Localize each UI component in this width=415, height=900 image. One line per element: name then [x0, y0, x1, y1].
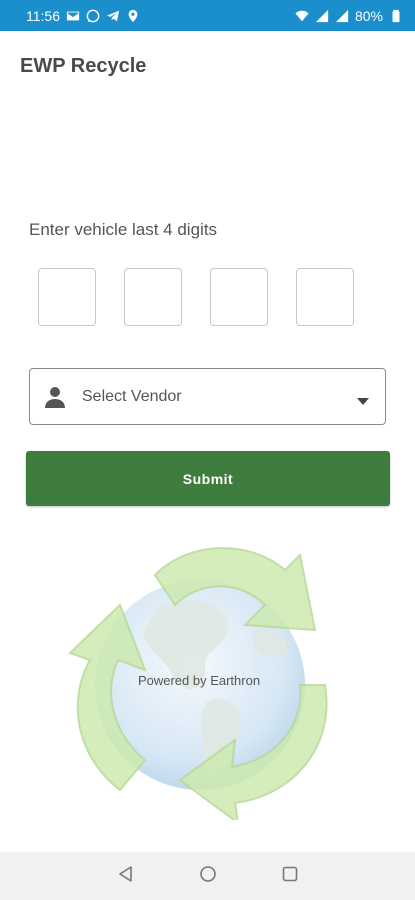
status-bar-left: 11:56 — [26, 8, 140, 24]
battery-percent: 80% — [354, 7, 383, 24]
home-icon[interactable] — [199, 865, 217, 888]
status-bar-right: 80% — [295, 8, 403, 24]
vendor-dropdown-label: Select Vendor — [82, 387, 182, 405]
mail-icon — [66, 9, 80, 23]
vehicle-digit-input-1[interactable] — [38, 268, 96, 326]
battery-icon — [389, 9, 403, 23]
vehicle-digit-input-2[interactable] — [124, 268, 182, 326]
submit-button[interactable]: Submit — [26, 451, 390, 506]
vehicle-digits-prompt: Enter vehicle last 4 digits — [29, 220, 218, 239]
status-bar: 11:56 80% — [0, 0, 415, 31]
vehicle-digit-input-3[interactable] — [210, 268, 268, 326]
location-icon — [126, 9, 140, 23]
signal-icon — [315, 9, 329, 23]
person-icon — [45, 386, 65, 408]
whatsapp-icon — [86, 9, 100, 23]
system-nav-bar — [0, 852, 415, 900]
wifi-icon — [295, 9, 309, 23]
back-icon[interactable] — [117, 865, 135, 888]
chevron-down-icon — [357, 393, 369, 405]
recents-icon[interactable] — [281, 865, 299, 888]
status-time: 11:56 — [26, 7, 60, 24]
vendor-dropdown[interactable]: Select Vendor — [29, 368, 386, 425]
app-title: EWP Recycle — [20, 55, 147, 77]
signal-icon — [335, 9, 349, 23]
vehicle-digit-input-4[interactable] — [296, 268, 354, 326]
powered-by-text: Powered by Earthron — [137, 673, 261, 688]
telegram-icon — [106, 9, 120, 23]
